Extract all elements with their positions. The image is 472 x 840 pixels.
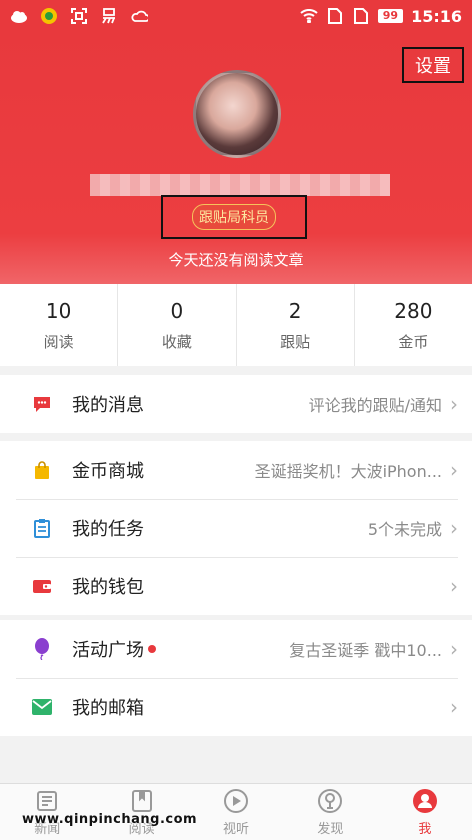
sim-icon (326, 8, 344, 24)
menu-detail: 复古圣诞季 戳中10... (289, 641, 442, 660)
chevron-right-icon: › (450, 695, 458, 719)
menu-label: 我的钱包 (72, 577, 144, 598)
menu-item-mailbox[interactable]: 我的邮箱 › (0, 678, 472, 736)
menu-group-account: 金币商城 圣诞摇奖机！大波iPhon... › 我的任务 5个未完成 › 我的钱… (0, 441, 472, 615)
stat-label: 金币 (398, 332, 429, 351)
reading-icon (129, 788, 155, 814)
tab-label: 发现 (317, 821, 344, 837)
chevron-right-icon: › (450, 637, 458, 661)
reading-status: 今天还没有阅读文章 (168, 251, 304, 269)
new-indicator-dot (148, 645, 156, 653)
clipboard-icon (32, 518, 52, 538)
title-badge-box: 跟贴局科员 (161, 195, 307, 239)
profile-icon (412, 788, 438, 814)
stat-value: 2 (288, 298, 302, 323)
chevron-right-icon: › (450, 574, 458, 598)
battery-level: 99 (377, 9, 404, 23)
stat-reads[interactable]: 10 阅读 (0, 284, 119, 366)
mail-icon (32, 697, 52, 717)
sim-icon-2 (352, 8, 370, 24)
app-icon (40, 8, 58, 24)
menu-label: 活动广场 (72, 640, 144, 661)
menu-label: 我的邮箱 (72, 698, 144, 719)
wifi-icon (300, 8, 318, 24)
tab-label: 我 (418, 821, 432, 837)
news-icon (34, 788, 60, 814)
menu-item-activity[interactable]: 活动广场 复古圣诞季 戳中10... › (0, 620, 472, 678)
cloud-icon (10, 8, 28, 24)
tab-discover[interactable]: 发现 (283, 784, 377, 840)
menu-group-more: 活动广场 复古圣诞季 戳中10... › 我的邮箱 › (0, 620, 472, 736)
balloon-icon (32, 638, 52, 660)
stat-favorites[interactable]: 0 收藏 (118, 284, 237, 366)
stat-label: 跟贴 (280, 332, 311, 351)
watermark: www.qinpinchang.com (22, 812, 198, 827)
menu-detail: 5个未完成 (367, 520, 442, 539)
menu-item-tasks[interactable]: 我的任务 5个未完成 › (0, 499, 472, 557)
rank-badge[interactable]: 跟贴局科员 (192, 204, 276, 230)
menu-item-messages[interactable]: 我的消息 评论我的跟贴/通知 › (0, 375, 472, 433)
profile-header: 设置 跟贴局科员 今天还没有阅读文章 (0, 32, 472, 284)
menu-label: 我的消息 (72, 395, 144, 416)
menu-detail: 圣诞摇奖机！大波iPhon... (254, 462, 442, 481)
settings-button[interactable]: 设置 (402, 47, 464, 83)
discover-icon (317, 788, 343, 814)
stat-value: 0 (170, 298, 184, 323)
stat-comments[interactable]: 2 跟贴 (237, 284, 355, 366)
shopping-bag-icon (32, 460, 52, 480)
stat-label: 收藏 (161, 332, 192, 351)
menu-label: 我的任务 (72, 519, 144, 540)
tab-profile[interactable]: 我 (378, 784, 472, 840)
message-icon (32, 394, 52, 414)
menu-label: 金币商城 (72, 461, 144, 482)
play-icon (223, 788, 249, 814)
stat-label: 阅读 (43, 332, 74, 351)
avatar[interactable] (193, 70, 281, 158)
stat-value: 10 (45, 298, 72, 323)
tab-video[interactable]: 视听 (189, 784, 283, 840)
stats-bar: 10 阅读 0 收藏 2 跟贴 280 金币 (0, 284, 472, 366)
tab-label: 视听 (223, 821, 250, 837)
chevron-right-icon: › (450, 392, 458, 416)
menu-item-wallet[interactable]: 我的钱包 › (0, 557, 472, 615)
chevron-right-icon: › (450, 516, 458, 540)
username-blurred (90, 174, 390, 196)
wallet-icon (32, 576, 52, 596)
cloud-outline-icon (130, 8, 148, 24)
menu-detail: 评论我的跟贴/通知 (308, 396, 442, 415)
stat-coins[interactable]: 280 金币 (355, 284, 472, 366)
clock: 15:16 (411, 6, 462, 26)
chevron-right-icon: › (450, 458, 458, 482)
scan-icon (70, 8, 88, 24)
menu-item-coin-mall[interactable]: 金币商城 圣诞摇奖机！大波iPhon... › (0, 441, 472, 499)
yi-icon (100, 8, 118, 24)
stat-value: 280 (394, 298, 433, 323)
menu-group-messages: 我的消息 评论我的跟贴/通知 › (0, 375, 472, 433)
status-bar: 99 15:16 (0, 0, 472, 32)
